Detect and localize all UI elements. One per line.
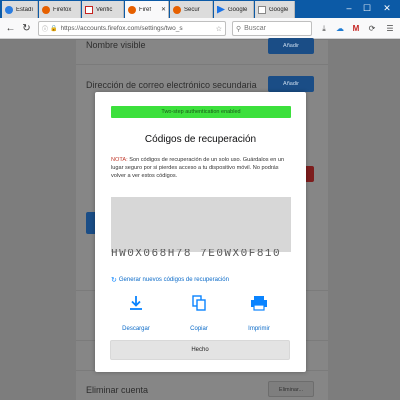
refresh-icon: ↻ (111, 277, 117, 284)
maximize-icon[interactable]: ☐ (360, 2, 374, 15)
tab-title: Google (269, 6, 289, 13)
screen: Estadí Firefox Verific Firef ✕ Secur Goo… (0, 0, 400, 400)
delete-account-label: Eliminar cuenta (86, 385, 149, 395)
search-input[interactable] (244, 25, 305, 32)
menu-icon[interactable]: ☰ (384, 22, 396, 35)
tab-firefox-active[interactable]: Firef ✕ (125, 1, 169, 18)
tab-title: Firef (139, 6, 151, 13)
gmail-extension-icon[interactable]: M (350, 22, 362, 35)
delete-account-button[interactable]: Eliminar... (268, 381, 314, 397)
print-label: Imprimir (248, 326, 270, 332)
display-name-label: Nombre visible (86, 40, 146, 50)
tab-firefox[interactable]: Firefox (39, 1, 81, 18)
copy-label: Copiar (190, 326, 208, 332)
recovery-codes-modal: Two-step authentication enabled Códigos … (95, 92, 306, 372)
secondary-email-label: Dirección de correo electrónico secundar… (86, 80, 257, 90)
search-bar[interactable]: ⚲ (232, 21, 312, 36)
done-button[interactable]: Hecho (110, 340, 290, 360)
add-secondary-email-button[interactable]: Añadir (268, 76, 314, 92)
tab-google-play[interactable]: Google (214, 1, 254, 18)
tab-bar: Estadí Firefox Verific Firef ✕ Secur Goo… (0, 0, 400, 18)
tab-gmail[interactable]: Verific (82, 1, 124, 18)
modal-title: Códigos de recuperación (144, 134, 257, 145)
add-display-name-button[interactable]: Añadir (268, 38, 314, 54)
recovery-code-fragment: HW0X068H78 7E0WX0F810 (111, 249, 282, 259)
firefox-favicon-icon (42, 5, 50, 14)
print-button[interactable]: Imprimir (234, 295, 284, 335)
play-favicon-icon (217, 5, 225, 14)
close-window-icon[interactable]: ✕ (380, 2, 394, 15)
info-icon[interactable]: ⓘ (42, 24, 48, 33)
nav-bar: ← ↻ ⓘ 🔒 https://accounts.firefox.com/set… (0, 18, 400, 39)
tab-estadisticas[interactable]: Estadí (2, 1, 38, 18)
print-icon (251, 296, 267, 311)
gmail-favicon-icon (85, 5, 93, 14)
copy-button[interactable]: Copiar (174, 295, 224, 335)
download-button[interactable]: Descargar (111, 295, 161, 335)
recovery-note: NOTA: Son códigos de recuperación de un … (111, 156, 293, 180)
back-arrow-icon[interactable]: ← (4, 22, 17, 35)
download-label: Descargar (122, 326, 150, 332)
download-icon (130, 296, 142, 310)
note-text: Son códigos de recuperación de un solo u… (111, 157, 285, 179)
success-banner: Two-step authentication enabled (111, 106, 291, 118)
divider (76, 64, 328, 65)
url-bar[interactable]: ⓘ 🔒 https://accounts.firefox.com/setting… (38, 21, 226, 36)
firefox-favicon-icon (173, 5, 181, 14)
regenerate-label: Generar nuevos códigos de recuperación (118, 277, 229, 283)
url-text: https://accounts.firefox.com/settings/tw… (60, 25, 183, 32)
note-label: NOTA: (111, 157, 128, 163)
search-icon: ⚲ (236, 25, 242, 33)
close-tab-icon[interactable]: ✕ (161, 6, 166, 13)
tab-title: Firefox (53, 6, 72, 13)
page-favicon-icon (258, 5, 266, 14)
download-toolbar-icon[interactable]: ⤓ (318, 22, 330, 35)
recovery-codes-redacted (111, 197, 291, 252)
tab-title: Verific (96, 6, 113, 13)
regenerate-codes-link[interactable]: ↻ Generar nuevos códigos de recuperación (111, 276, 229, 284)
sync-icon[interactable]: ⟳ (366, 22, 378, 35)
minimize-icon[interactable]: – (342, 2, 356, 15)
reload-icon[interactable]: ↻ (20, 22, 33, 35)
firefox-favicon-icon (128, 5, 136, 14)
bookmark-star-icon[interactable]: ☆ (216, 25, 222, 33)
lock-icon: 🔒 (50, 26, 58, 32)
tab-title: Google (228, 6, 248, 13)
tab-title: Estadí (16, 6, 34, 13)
tab-title: Secur (184, 6, 200, 13)
cloud-icon[interactable]: ☁ (334, 22, 346, 35)
copy-icon (192, 295, 206, 311)
tab-google[interactable]: Google (255, 1, 295, 18)
tab-security[interactable]: Secur (170, 1, 213, 18)
stats-favicon-icon (5, 5, 13, 14)
